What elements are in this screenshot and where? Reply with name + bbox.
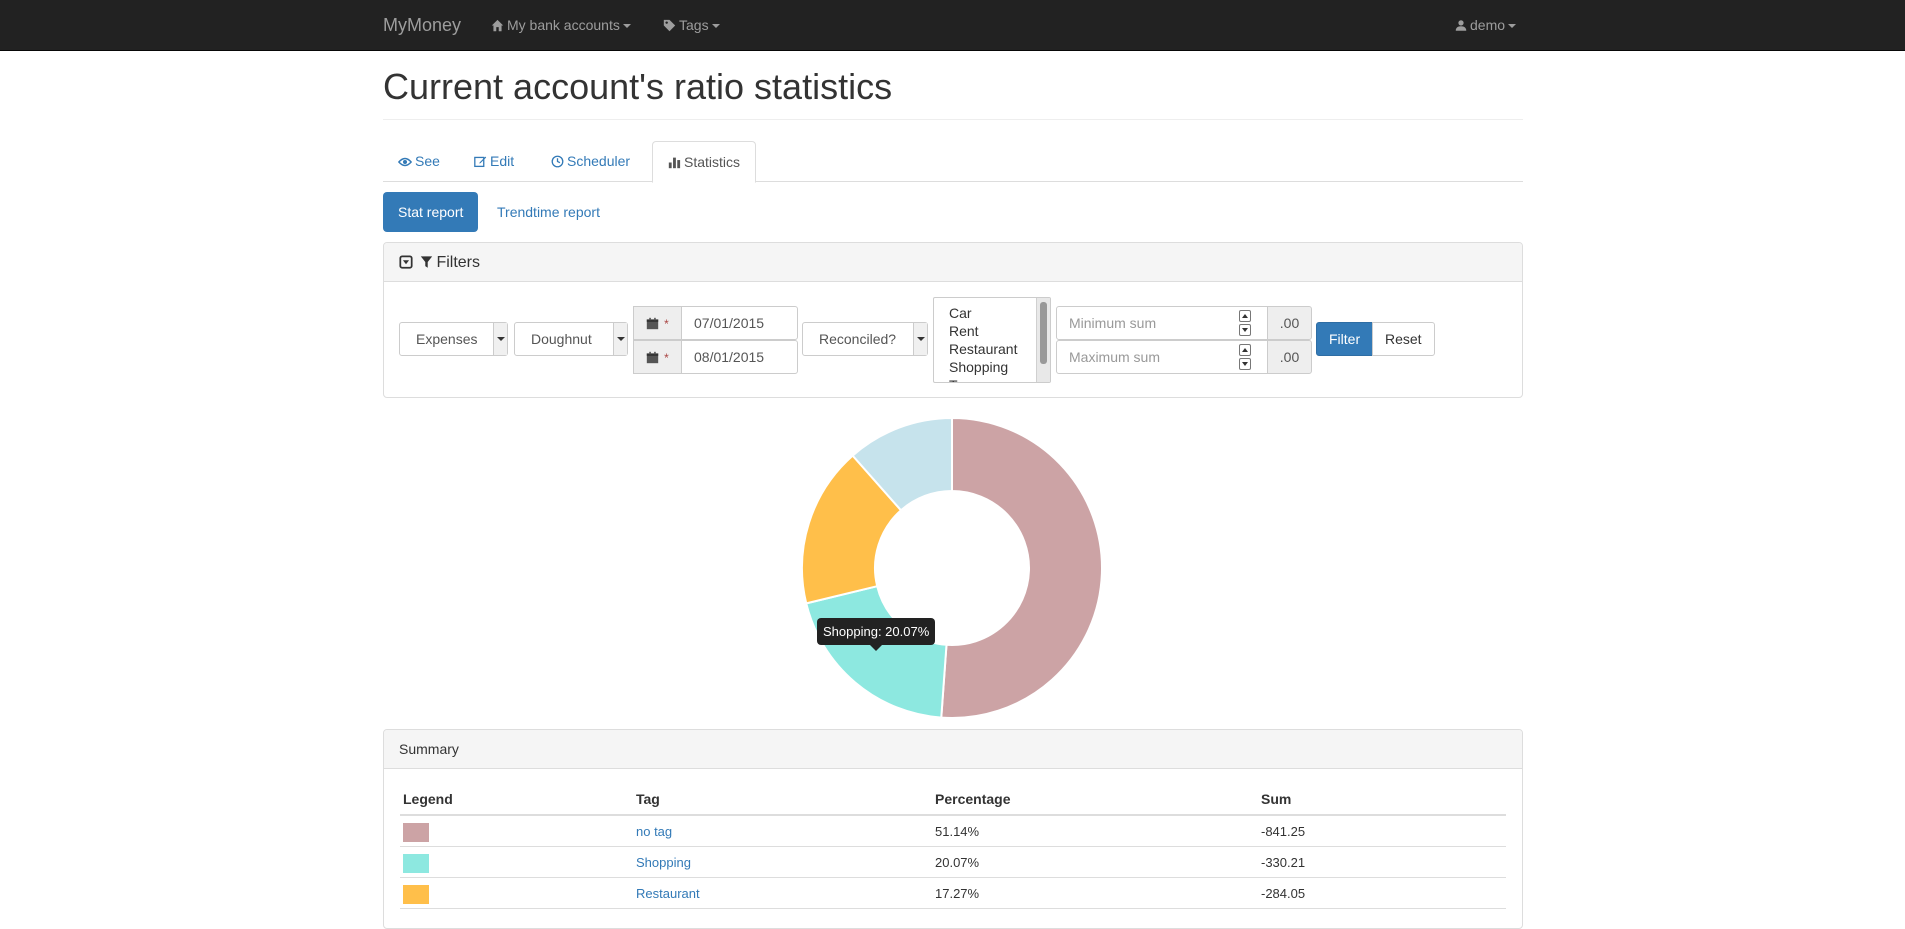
- chart-type-select-value: Doughnut: [531, 331, 592, 347]
- tag-icon: [663, 19, 676, 32]
- chevron-down-icon: [613, 323, 627, 355]
- trendtime-report-pill[interactable]: Trendtime report: [482, 192, 615, 232]
- chevron-down-icon[interactable]: [1239, 358, 1251, 370]
- calendar-icon: [646, 317, 659, 330]
- user-label: demo: [1470, 17, 1506, 33]
- summary-table: Legend Tag Percentage Sum no tag 51.14% …: [400, 782, 1506, 909]
- calendar-icon: [646, 351, 659, 364]
- date-end-addon: *: [633, 340, 682, 374]
- column-header-sum: Sum: [1261, 791, 1292, 807]
- collapse-icon: [399, 255, 413, 269]
- type-select[interactable]: Expenses: [399, 322, 508, 356]
- required-asterisk: *: [664, 351, 669, 365]
- reset-button[interactable]: Reset: [1372, 322, 1435, 356]
- max-sum-stepper[interactable]: [1239, 344, 1251, 370]
- user-icon: [1455, 20, 1467, 31]
- brand-link[interactable]: MyMoney: [383, 0, 461, 51]
- tab-statistics-label: Statistics: [684, 154, 741, 170]
- tab-scheduler-label: Scheduler: [567, 153, 631, 169]
- required-asterisk: *: [664, 317, 669, 331]
- table-header-row: Legend Tag Percentage Sum: [400, 782, 1506, 816]
- tab-edit-label: Edit: [490, 153, 515, 169]
- tab-edit[interactable]: Edit: [459, 141, 529, 182]
- reconciled-select-value: Reconciled?: [819, 331, 897, 347]
- tag-option[interactable]: Shopping: [934, 358, 1050, 376]
- bank-accounts-label: My bank accounts: [507, 17, 620, 33]
- tags-menu[interactable]: Tags: [663, 0, 720, 51]
- listbox-scrollbar[interactable]: [1036, 298, 1050, 382]
- max-sum-input[interactable]: Maximum sum: [1056, 340, 1268, 374]
- tags-label: Tags: [679, 17, 709, 33]
- chevron-down-icon: [1508, 24, 1517, 29]
- tag-link[interactable]: no tag: [636, 816, 672, 847]
- account-tabs: See Edit Scheduler Statistics: [383, 141, 1523, 183]
- doughnut-chart: [780, 404, 1120, 740]
- doughnut-slice-shopping[interactable]: [805, 584, 948, 719]
- min-sum-decimal-addon: .00: [1267, 306, 1312, 340]
- chart-tooltip: Shopping: 20.07%: [817, 618, 936, 651]
- tab-scheduler[interactable]: Scheduler: [536, 141, 645, 182]
- tag-option[interactable]: Rent: [934, 322, 1050, 340]
- chevron-up-icon[interactable]: [1239, 344, 1251, 356]
- legend-swatch: [403, 854, 429, 873]
- type-select-value: Expenses: [416, 331, 478, 347]
- chevron-down-icon[interactable]: [1239, 324, 1251, 336]
- legend-swatch: [403, 823, 429, 842]
- clock-icon: [551, 155, 564, 168]
- tag-link[interactable]: Shopping: [636, 847, 691, 878]
- chart-type-select[interactable]: Doughnut: [514, 322, 628, 356]
- stat-report-pill[interactable]: Stat report: [383, 192, 479, 232]
- scrollbar-thumb[interactable]: [1040, 302, 1047, 364]
- table-row: Restaurant 17.27% -284.05: [400, 878, 1506, 909]
- summary-panel-heading: Summary: [384, 730, 1522, 769]
- date-start-addon: *: [633, 306, 682, 340]
- tab-see[interactable]: See: [383, 141, 455, 182]
- header-divider: [383, 119, 1523, 120]
- page-title: Current account's ratio statistics: [383, 66, 893, 107]
- column-header-tag: Tag: [636, 791, 660, 807]
- tag-option[interactable]: T: [934, 376, 1050, 382]
- tag-option[interactable]: Car: [934, 304, 1050, 322]
- filters-heading-label: Filters: [436, 254, 481, 271]
- chevron-down-icon: [622, 24, 631, 29]
- legend-swatch: [403, 885, 429, 904]
- tab-see-label: See: [415, 153, 440, 169]
- sum-cell: -841.25: [1261, 824, 1306, 839]
- tag-link[interactable]: Restaurant: [636, 878, 700, 909]
- tags-multiselect[interactable]: Car Rent Restaurant Shopping T: [933, 297, 1051, 383]
- home-icon: [491, 19, 504, 32]
- edit-icon: [474, 156, 487, 168]
- sum-cell: -284.05: [1261, 886, 1306, 901]
- doughnut-slice-no-tag[interactable]: [940, 416, 1103, 719]
- table-row: Shopping 20.07% -330.21: [400, 847, 1506, 878]
- tag-option[interactable]: Restaurant: [934, 340, 1050, 358]
- chevron-down-icon: [913, 323, 927, 355]
- navbar: MyMoney My bank accounts Tags demo: [0, 0, 1905, 51]
- column-header-percentage: Percentage: [935, 791, 1011, 807]
- percentage-cell: 17.27%: [935, 886, 980, 901]
- min-sum-stepper[interactable]: [1239, 310, 1251, 336]
- max-sum-decimal-addon: .00: [1267, 340, 1312, 374]
- filters-panel-heading[interactable]: Filters: [384, 243, 1522, 282]
- tab-statistics[interactable]: Statistics: [652, 141, 757, 183]
- percentage-cell: 51.14%: [935, 824, 980, 839]
- chevron-up-icon[interactable]: [1239, 310, 1251, 322]
- chevron-down-icon: [711, 24, 720, 29]
- percentage-cell: 20.07%: [935, 855, 980, 870]
- user-menu[interactable]: demo: [1455, 0, 1517, 51]
- date-start-input[interactable]: 07/01/2015: [681, 306, 798, 340]
- min-sum-input[interactable]: Minimum sum: [1056, 306, 1268, 340]
- bar-chart-icon: [668, 157, 681, 169]
- filter-button[interactable]: Filter: [1316, 322, 1374, 356]
- chevron-down-icon: [493, 323, 507, 355]
- doughnut-chart-svg: [801, 416, 1103, 719]
- eye-icon: [398, 157, 412, 167]
- filter-icon: [421, 256, 433, 268]
- table-row: no tag 51.14% -841.25: [400, 816, 1506, 847]
- reconciled-select[interactable]: Reconciled?: [802, 322, 928, 356]
- column-header-legend: Legend: [403, 791, 453, 807]
- sum-cell: -330.21: [1261, 855, 1306, 870]
- bank-accounts-menu[interactable]: My bank accounts: [491, 0, 631, 51]
- date-end-input[interactable]: 08/01/2015: [681, 340, 798, 374]
